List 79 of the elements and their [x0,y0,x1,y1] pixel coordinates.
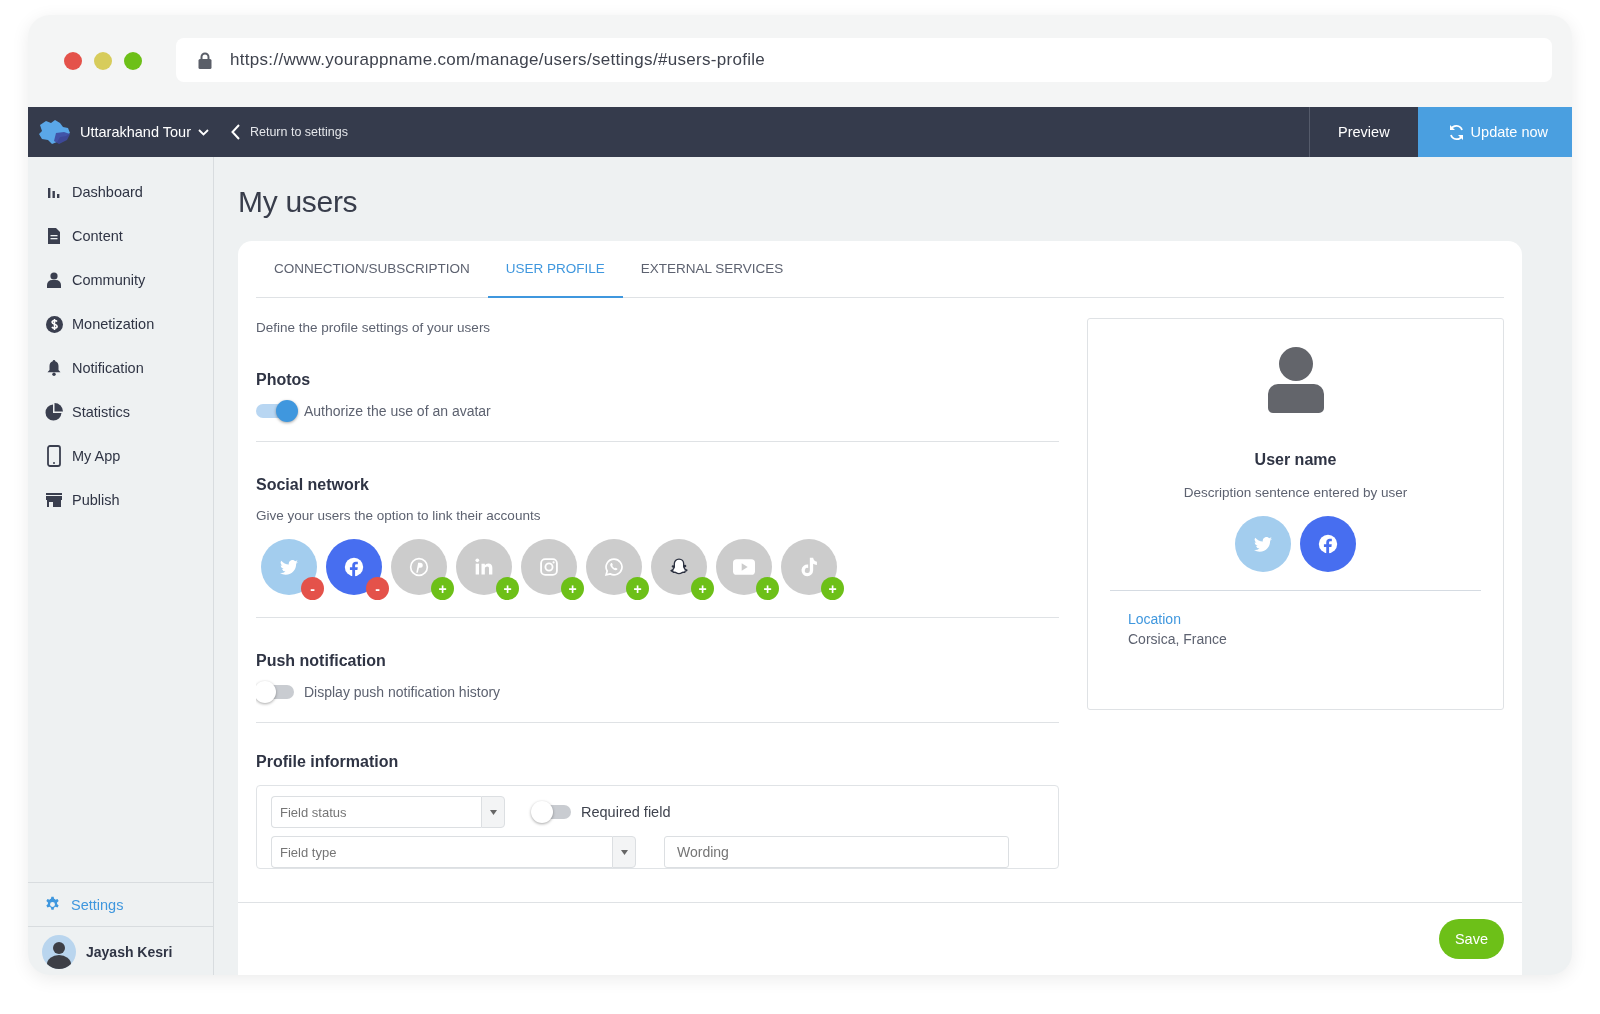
facebook-icon [1318,534,1338,554]
sidebar-item[interactable]: Dashboard [28,181,213,203]
camera-icon [539,557,559,577]
social-network-button[interactable] [651,539,707,595]
tab[interactable]: USER PROFILE [487,241,623,298]
user-name-text: User name [1254,451,1337,469]
section-title: Push notification [256,652,387,670]
document-icon [47,228,61,244]
tab[interactable]: EXTERNAL SERVICES [622,241,802,298]
social-network-button[interactable] [326,539,382,595]
social-network-button[interactable] [716,539,772,595]
chevron-left-icon [230,124,240,140]
wording-field[interactable]: Wording [664,836,1009,868]
phone-icon [47,445,61,467]
sidebar-item[interactable]: Statistics [28,401,213,423]
close-dot[interactable] [64,52,82,70]
sidebar-item[interactable]: My App [28,445,213,467]
remove-badge[interactable]: - [366,577,389,600]
map-logo-icon [38,119,72,145]
user-name: Jayash Kesri [86,944,173,960]
remove-badge[interactable]: - [301,577,324,600]
location-text: Corsica, France [1127,631,1227,647]
page-title: My users [238,185,359,219]
storefront-icon [46,493,62,507]
social-network-button[interactable] [586,539,642,595]
chat-phone-icon [604,557,624,577]
maximize-dot[interactable] [124,52,142,70]
toggle-label: Authorize the use of an avatar [304,403,491,419]
app-switcher[interactable]: Uttarakhand Tour [80,124,209,140]
toggle-label: Required field [581,804,671,820]
sidebar-item[interactable]: Content [28,225,213,247]
facebook-icon [344,557,364,577]
social-network-button[interactable] [1300,516,1356,572]
dropdown-button[interactable] [612,836,636,868]
section-title: Photos [256,371,312,389]
url-text: https://www.yourappname.com/manage/users/settings/#users-profile [230,50,766,70]
pinterest-icon [409,557,429,577]
section-title: Social network [256,476,370,494]
play-icon [733,559,755,575]
minimize-dot[interactable] [94,52,112,70]
social-network-button[interactable] [391,539,447,595]
settings-icon [44,896,61,913]
sidebar-item[interactable]: Notification [28,357,213,379]
sidebar-item[interactable]: Monetization [28,313,213,335]
lock-icon [198,51,212,69]
section-subtitle: Give your users the option to link their accounts [256,508,542,523]
social-network-button[interactable] [521,539,577,595]
section-title: Profile information [256,753,400,771]
pie-chart-icon [45,403,63,421]
location-label: Location [1127,611,1181,627]
address-bar[interactable]: https://www.yourappname.com/manage/users/settings/#users-profile [176,38,1552,82]
music-note-icon [800,557,818,577]
bird-icon [280,559,298,575]
toggle-label: Display push notification history [304,684,501,700]
avatar-icon [42,935,76,969]
user-silhouette-icon [1267,347,1324,413]
caret-icon [620,849,628,855]
refresh-icon [1447,123,1465,141]
sidebar-item[interactable]: Publish [28,489,213,511]
caret-icon [489,809,497,815]
person-icon [47,272,61,288]
chevron-down-icon [197,128,209,136]
bird-icon [1254,536,1272,552]
sidebar-item[interactable]: Community [28,269,213,291]
dollar-icon [45,315,63,333]
dropdown-button[interactable] [481,796,505,828]
ghost-icon [669,557,689,577]
linkedin-icon [474,557,494,577]
intro-text: Define the profile settings of your users [256,320,492,335]
bell-icon [47,360,61,376]
back-link[interactable]: Return to settings [230,124,348,140]
tab[interactable]: CONNECTION/SUBSCRIPTION [256,241,488,298]
field-type-select[interactable]: Field type [271,836,612,868]
description-text: Description sentence entered by user [1183,485,1408,500]
social-network-button[interactable] [261,539,317,595]
bar-chart-icon [47,185,61,199]
social-network-button[interactable] [781,539,837,595]
social-network-button[interactable] [456,539,512,595]
field-status-select[interactable]: Field status [271,796,481,828]
